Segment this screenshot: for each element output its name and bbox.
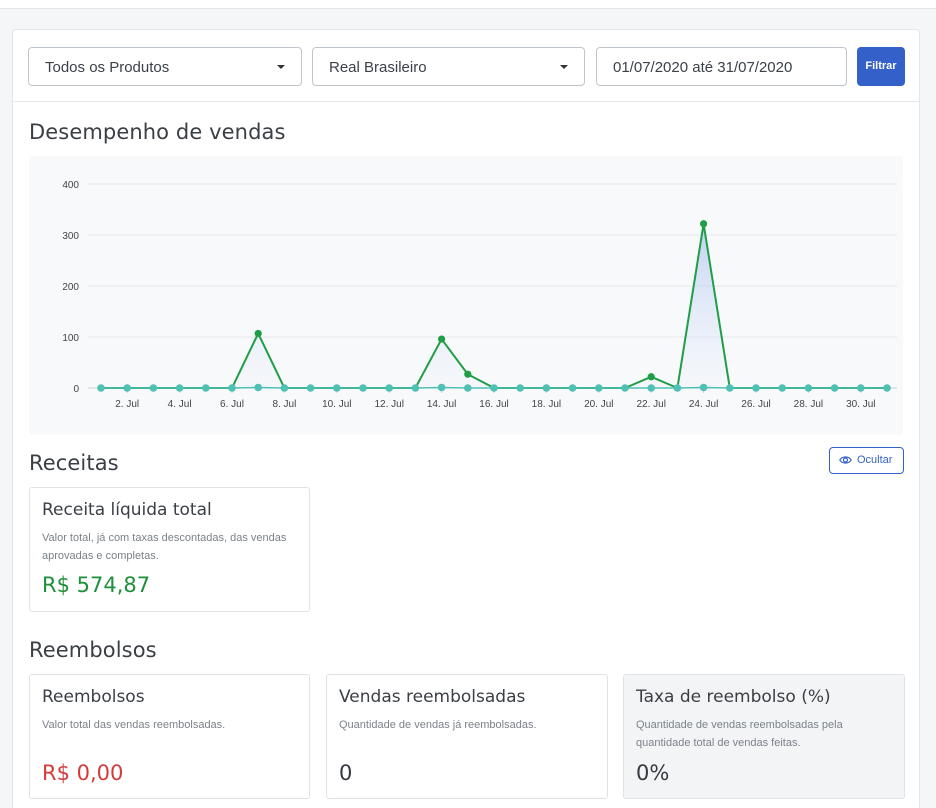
y-tick-label: 200 <box>62 282 79 293</box>
revenue-title: Receitas <box>29 451 119 475</box>
net-revenue-title: Receita líquida total <box>42 500 212 520</box>
x-tick-label: 8. Jul <box>272 399 296 410</box>
y-tick-label: 0 <box>73 384 79 395</box>
x-tick-label: 26. Jul <box>741 399 770 410</box>
data-point <box>595 384 603 392</box>
data-point <box>306 384 315 392</box>
net-revenue-value: R$ 574,87 <box>42 573 151 597</box>
data-point <box>883 384 891 392</box>
data-point <box>280 384 289 392</box>
date-range-value: 01/07/2020 até 31/07/2020 <box>613 59 793 76</box>
data-point <box>542 384 551 392</box>
data-point <box>97 384 105 392</box>
x-tick-label: 12. Jul <box>374 399 403 410</box>
hide-button-label: Ocultar <box>857 454 893 466</box>
top-bar <box>0 0 936 9</box>
data-point <box>149 384 158 392</box>
data-point <box>647 373 655 381</box>
data-point <box>359 384 367 392</box>
data-point <box>568 384 577 392</box>
x-tick-label: 4. Jul <box>168 399 192 410</box>
data-point <box>123 384 131 392</box>
data-point <box>385 384 394 392</box>
series-area <box>101 223 887 388</box>
product-select[interactable]: Todos os Produtos <box>28 47 302 86</box>
data-point <box>673 384 682 392</box>
data-point <box>411 384 420 392</box>
chevron-down-icon <box>277 65 285 69</box>
currency-select-value: Real Brasileiro <box>329 59 427 76</box>
refunds-amount-card: Reembolsos Valor total das vendas reembo… <box>29 674 310 799</box>
data-point <box>830 384 839 392</box>
data-point <box>647 384 655 392</box>
refunds-amount-description: Valor total das vendas reembolsadas. <box>42 719 226 731</box>
dashboard-card: Todos os Produtos Real Brasileiro 01/07/… <box>12 29 920 808</box>
x-tick-label: 16. Jul <box>479 399 508 410</box>
chevron-down-icon <box>560 65 568 69</box>
data-point <box>254 383 262 392</box>
y-tick-label: 100 <box>62 333 79 344</box>
refunds-title: Reembolsos <box>29 638 157 662</box>
sales-performance-title: Desempenho de vendas <box>29 120 286 144</box>
eye-icon <box>839 456 852 464</box>
refunded-sales-title: Vendas reembolsadas <box>339 687 526 707</box>
refunded-sales-card: Vendas reembolsadas Quantidade de vendas… <box>326 674 608 799</box>
refund-rate-value: 0% <box>636 761 670 785</box>
data-point <box>726 384 734 392</box>
x-tick-label: 22. Jul <box>636 399 665 410</box>
currency-select[interactable]: Real Brasileiro <box>312 47 585 86</box>
data-point <box>778 384 786 392</box>
refund-rate-description: Quantidade de vendas reembolsadas pela q… <box>636 719 843 749</box>
refunds-amount-value: R$ 0,00 <box>42 761 124 785</box>
x-tick-label: 20. Jul <box>584 399 613 410</box>
refund-rate-title: Taxa de reembolso (%) <box>636 687 831 707</box>
data-point <box>804 384 813 392</box>
data-point <box>857 384 865 392</box>
x-tick-label: 24. Jul <box>689 399 718 410</box>
sales-line-chart: 400 300 200 100 0 2. Jul 4. Jul 6. Jul 8. Jul 10.… <box>62 180 897 410</box>
data-point <box>699 383 708 392</box>
data-point <box>438 335 446 343</box>
data-point <box>516 384 524 392</box>
x-tick-label: 18. Jul <box>532 399 561 410</box>
data-point <box>621 384 629 392</box>
filter-button[interactable]: Filtrar <box>857 47 905 86</box>
series-line-sales <box>101 222 887 389</box>
sales-chart: 400 300 200 100 0 2. Jul 4. Jul 6. Jul 8. Jul 10.… <box>29 156 903 435</box>
hide-button[interactable]: Ocultar <box>829 447 904 474</box>
refund-rate-card: Taxa de reembolso (%) Quantidade de vend… <box>623 674 905 799</box>
x-tick-label: 30. Jul <box>846 399 875 410</box>
data-point <box>490 384 498 392</box>
date-range-input[interactable]: 01/07/2020 até 31/07/2020 <box>596 47 847 86</box>
data-point <box>228 384 236 392</box>
filter-bar: Todos os Produtos Real Brasileiro 01/07/… <box>13 30 919 102</box>
data-point <box>175 384 184 392</box>
x-tick-label: 6. Jul <box>220 399 244 410</box>
x-tick-label: 10. Jul <box>322 399 351 410</box>
data-point <box>464 370 472 378</box>
x-tick-label: 14. Jul <box>427 399 456 410</box>
data-point <box>254 329 262 338</box>
refunded-sales-description: Quantidade de vendas já reembolsadas. <box>339 719 537 731</box>
net-revenue-description: Valor total, já com taxas descontadas, d… <box>42 532 287 562</box>
data-point <box>437 383 446 392</box>
data-point <box>464 384 472 392</box>
data-point <box>752 384 760 392</box>
y-tick-label: 300 <box>62 231 79 242</box>
data-point <box>202 384 210 392</box>
product-select-value: Todos os Produtos <box>45 59 170 76</box>
refunded-sales-value: 0 <box>339 761 353 785</box>
x-tick-label: 28. Jul <box>794 399 823 410</box>
x-tick-label: 2. Jul <box>115 399 139 410</box>
data-point <box>700 220 708 228</box>
net-revenue-card: Receita líquida total Valor total, já co… <box>29 487 310 612</box>
y-tick-label: 400 <box>62 180 79 191</box>
refunds-amount-title: Reembolsos <box>42 687 145 707</box>
data-point <box>333 384 341 392</box>
